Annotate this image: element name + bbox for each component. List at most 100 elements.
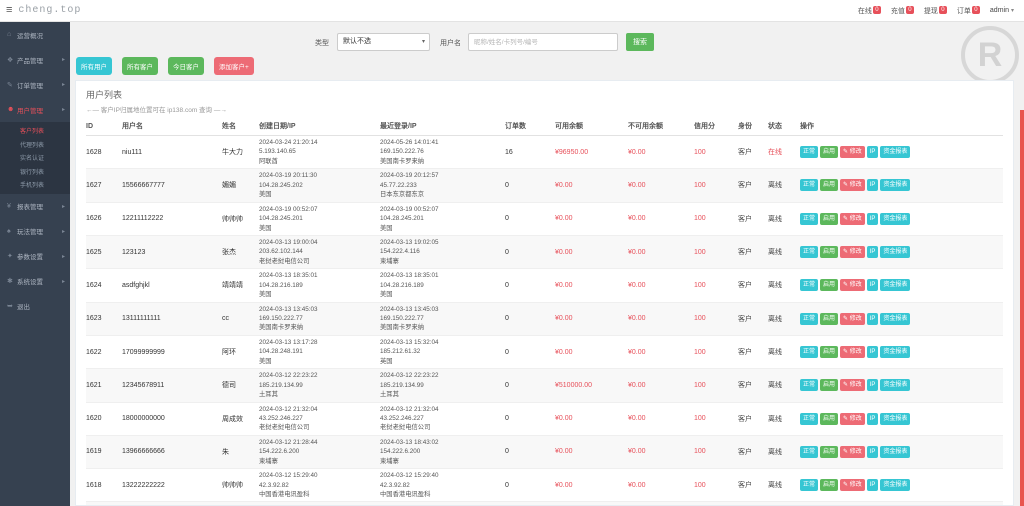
- sidebar-item-reports[interactable]: ¥ 报表管理 ▸: [0, 194, 70, 219]
- row-action-normal[interactable]: 正常: [800, 312, 819, 325]
- row-action-enable[interactable]: 启用: [820, 179, 839, 192]
- submenu-item-customer-list[interactable]: 客户列表: [0, 124, 70, 138]
- row-action-funds-report[interactable]: 资金报表: [880, 212, 911, 225]
- submenu-item-agent-list[interactable]: 代理列表: [0, 138, 70, 152]
- row-action-ip[interactable]: IP: [866, 346, 879, 359]
- row-action-normal[interactable]: 正常: [800, 179, 819, 192]
- row-action-edit[interactable]: ✎ 修改: [840, 146, 865, 159]
- sidebar-item-play[interactable]: ♠ 玩法管理 ▸: [0, 219, 70, 244]
- sidebar-item-settings[interactable]: ✱ 系统设置 ▸: [0, 269, 70, 294]
- row-action-edit[interactable]: ✎ 修改: [840, 346, 865, 359]
- row-action-ip[interactable]: IP: [866, 479, 879, 492]
- row-action-edit[interactable]: ✎ 修改: [840, 179, 865, 192]
- row-action-ip[interactable]: IP: [866, 146, 879, 159]
- row-action-funds-report[interactable]: 资金报表: [880, 412, 911, 425]
- sidebar-item-products[interactable]: ❖ 产品管理 ▸: [0, 47, 70, 72]
- row-action-funds-report[interactable]: 资金报表: [880, 346, 911, 359]
- admin-menu[interactable]: admin ▾: [990, 7, 1014, 14]
- row-action-funds-report[interactable]: 资金报表: [880, 445, 911, 458]
- row-action-edit[interactable]: ✎ 修改: [840, 479, 865, 492]
- sidebar-item-params[interactable]: ✦ 参数设置 ▸: [0, 244, 70, 269]
- row-action-enable[interactable]: 启用: [820, 146, 839, 159]
- row-action-edit[interactable]: ✎ 修改: [840, 445, 865, 458]
- status-badge: 离线: [768, 368, 800, 403]
- cell-role: 客户: [738, 368, 768, 403]
- cell-orders: 0: [505, 402, 555, 436]
- row-action-ip[interactable]: IP: [866, 279, 879, 292]
- created-line: 2024-03-19 00:52:07: [259, 205, 318, 213]
- sidebar-item-users[interactable]: ☻ 用户管理 ▸: [0, 97, 70, 122]
- all-customers-button[interactable]: 所有客户: [122, 57, 158, 75]
- hamburger-icon[interactable]: ≡: [6, 5, 12, 16]
- row-action-ip[interactable]: IP: [866, 212, 879, 225]
- row-action-funds-report[interactable]: 资金报表: [880, 179, 911, 192]
- sidebar-item-orders[interactable]: ✎ 订单管理 ▸: [0, 72, 70, 97]
- row-action-edit[interactable]: ✎ 修改: [840, 379, 865, 392]
- search-button[interactable]: 搜索: [626, 33, 654, 51]
- row-action-normal[interactable]: 正常: [800, 379, 819, 392]
- today-customers-button[interactable]: 今日客户: [168, 57, 204, 75]
- row-action-edit[interactable]: ✎ 修改: [840, 312, 865, 325]
- row-action-enable[interactable]: 启用: [820, 479, 839, 492]
- cell-username: 13222222222: [122, 468, 222, 503]
- row-action-funds-report[interactable]: 资金报表: [880, 279, 911, 292]
- scrollbar[interactable]: [1020, 110, 1024, 506]
- row-action-edit[interactable]: ✎ 修改: [840, 279, 865, 292]
- login-line: 美国: [380, 224, 393, 232]
- submenu-item-realname[interactable]: 实名认证: [0, 151, 70, 165]
- row-action-normal[interactable]: 正常: [800, 412, 819, 425]
- stat-online[interactable]: 在线 0: [857, 5, 881, 16]
- row-action-ip[interactable]: IP: [866, 379, 879, 392]
- status-badge: 在线: [768, 135, 800, 170]
- cell-orders: 0: [505, 368, 555, 403]
- login-line: 2024-05-26 14:01:41: [380, 139, 439, 146]
- row-action-normal[interactable]: 正常: [800, 212, 819, 225]
- row-action-normal[interactable]: 正常: [800, 246, 819, 259]
- sidebar-item-logout[interactable]: ➥ 退出: [0, 294, 70, 319]
- type-select[interactable]: 默认不选 ▾: [337, 33, 430, 51]
- row-action-enable[interactable]: 启用: [820, 212, 839, 225]
- row-action-ip[interactable]: IP: [866, 445, 879, 458]
- created-line: 美国: [259, 291, 272, 299]
- row-action-enable[interactable]: 启用: [820, 279, 839, 292]
- row-action-funds-report[interactable]: 资金报表: [880, 312, 911, 325]
- cell-frozen-balance: ¥0.00: [628, 202, 694, 236]
- stat-withdraw[interactable]: 提现 0: [924, 5, 947, 16]
- row-action-funds-report[interactable]: 资金报表: [880, 379, 911, 392]
- row-action-normal[interactable]: 正常: [800, 146, 819, 159]
- row-action-normal[interactable]: 正常: [800, 279, 819, 292]
- row-action-normal[interactable]: 正常: [800, 479, 819, 492]
- row-action-edit[interactable]: ✎ 修改: [840, 212, 865, 225]
- row-action-funds-report[interactable]: 资金报表: [880, 246, 911, 259]
- row-action-enable[interactable]: 启用: [820, 246, 839, 259]
- row-action-ip[interactable]: IP: [866, 179, 879, 192]
- row-action-enable[interactable]: 启用: [820, 312, 839, 325]
- row-action-funds-report[interactable]: 资金报表: [880, 146, 911, 159]
- row-action-enable[interactable]: 启用: [820, 346, 839, 359]
- ip-lookup-note: ←— 客户IP归属地位置可在 ip138.com 查询 —→: [86, 107, 227, 114]
- stat-online-label: 在线: [857, 7, 872, 15]
- cell-orders: 0: [505, 268, 555, 303]
- cell-id: 1625: [86, 235, 122, 270]
- row-action-enable[interactable]: 启用: [820, 445, 839, 458]
- row-action-edit[interactable]: ✎ 修改: [840, 412, 865, 425]
- all-users-button[interactable]: 所有用户: [76, 57, 112, 75]
- search-input[interactable]: [468, 33, 618, 51]
- row-action-edit[interactable]: ✎ 修改: [840, 246, 865, 259]
- cell-created: 2024-03-19 00:52:07 104.28.245.201 美国: [259, 202, 380, 236]
- submenu-item-bank-list[interactable]: 银行列表: [0, 165, 70, 179]
- row-action-ip[interactable]: IP: [866, 412, 879, 425]
- row-action-funds-report[interactable]: 资金报表: [880, 479, 911, 492]
- row-action-ip[interactable]: IP: [866, 246, 879, 259]
- cell-last-login: 2024-03-13 13:45:03 169.150.222.77 美国南卡罗来纳: [380, 302, 505, 336]
- add-customer-button[interactable]: 添加客户+: [214, 57, 254, 75]
- row-action-normal[interactable]: 正常: [800, 346, 819, 359]
- row-action-ip[interactable]: IP: [866, 312, 879, 325]
- row-action-enable[interactable]: 启用: [820, 412, 839, 425]
- submenu-item-phone-list[interactable]: 手机列表: [0, 178, 70, 192]
- sidebar-item-dashboard[interactable]: ⌂ 运营概况: [0, 22, 70, 47]
- row-action-enable[interactable]: 启用: [820, 379, 839, 392]
- stat-orders[interactable]: 订单 0: [957, 5, 980, 16]
- stat-recharge[interactable]: 充值 0: [891, 5, 914, 16]
- row-action-normal[interactable]: 正常: [800, 445, 819, 458]
